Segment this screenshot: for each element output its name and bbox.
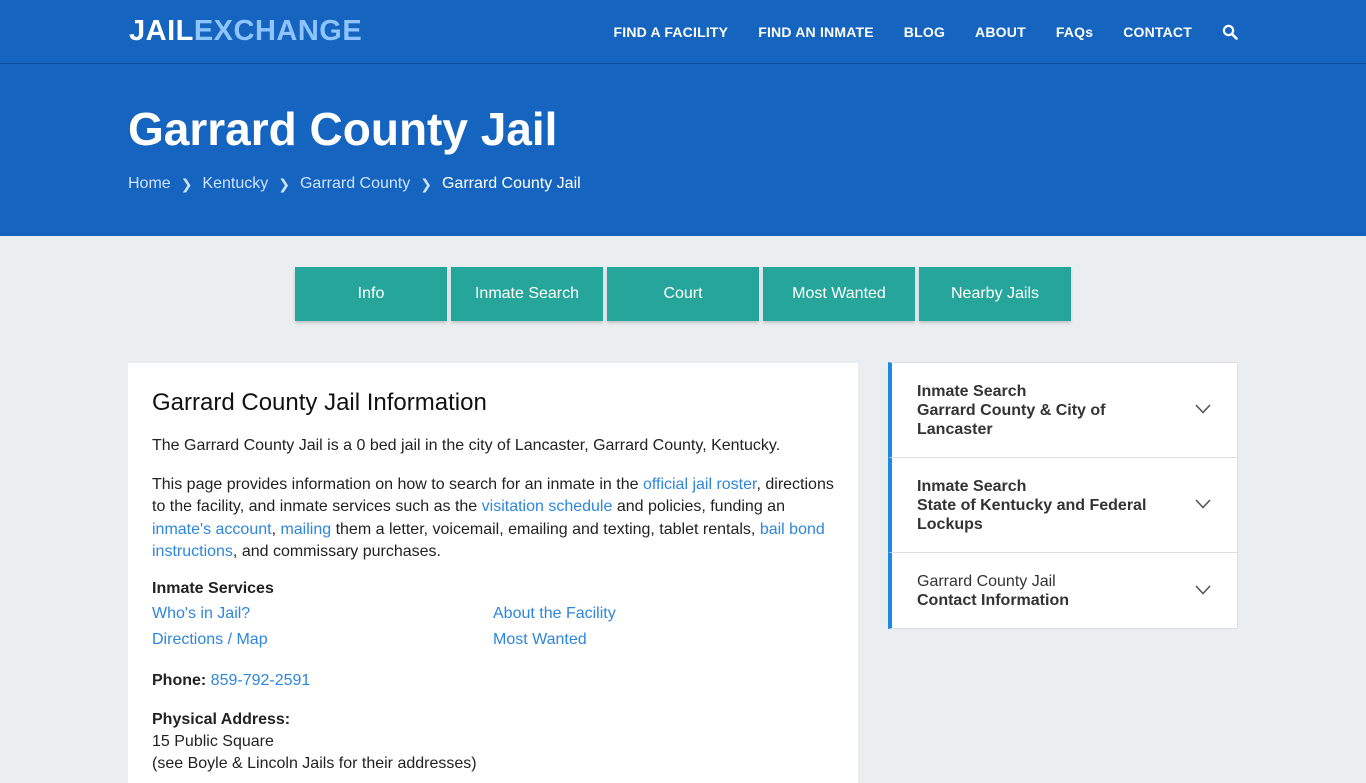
- official-roster-link[interactable]: official jail roster: [643, 476, 757, 493]
- breadcrumb-current: Garrard County Jail: [441, 175, 581, 192]
- chevron-down-icon[interactable]: [1195, 404, 1211, 414]
- text: and policies, funding an: [612, 498, 785, 515]
- info-card: Garrard County Jail Information The Garr…: [128, 363, 858, 783]
- nav-find-inmate[interactable]: FIND AN INMATE: [758, 24, 874, 40]
- accordion-title: Inmate Search: [917, 478, 1027, 495]
- text: them a letter, voicemail, emailing and t…: [331, 520, 760, 538]
- tab-inmate-search[interactable]: Inmate Search: [451, 267, 603, 321]
- tab-most-wanted[interactable]: Most Wanted: [763, 267, 915, 321]
- chevron-down-icon[interactable]: [1195, 499, 1211, 509]
- accordion-subtitle: Garrard County & City of Lancaster: [917, 402, 1106, 438]
- chevron-right-icon: ❯: [278, 175, 290, 192]
- page-title: Garrard County Jail: [128, 103, 558, 155]
- chevron-right-icon: ❯: [180, 175, 193, 192]
- accordion-subtitle: Contact Information: [917, 592, 1069, 609]
- visitation-link[interactable]: visitation schedule: [482, 498, 613, 515]
- text: This page provides information on how to…: [152, 475, 643, 493]
- address-line1: 15 Public Square: [152, 732, 274, 750]
- logo-text-exchange: EXCHANGE: [193, 15, 363, 47]
- description-paragraph: This page provides information on how to…: [152, 474, 834, 564]
- address-label: Physical Address:: [152, 710, 291, 728]
- accordion-inmate-search-state[interactable]: Inmate Search State of Kentucky and Fede…: [888, 457, 1238, 553]
- accordion-inmate-search-county[interactable]: Inmate Search Garrard County & City of L…: [888, 362, 1238, 458]
- service-whos-in-jail[interactable]: Who's in Jail?: [152, 604, 493, 624]
- service-directions[interactable]: Directions / Map: [152, 630, 493, 650]
- accordion-title: Inmate Search: [917, 383, 1027, 400]
- nav-about[interactable]: ABOUT: [975, 24, 1026, 40]
- phone-link[interactable]: 859-792-2591: [211, 672, 311, 689]
- section-heading: Garrard County Jail Information: [152, 389, 487, 416]
- breadcrumb-state[interactable]: Kentucky: [202, 175, 268, 193]
- site-logo[interactable]: JAILEXCHANGE: [129, 15, 362, 48]
- accordion-subtitle: State of Kentucky and Federal Lockups: [917, 497, 1147, 533]
- nav-find-facility[interactable]: FIND A FACILITY: [613, 24, 728, 40]
- top-navbar: JAILEXCHANGE FIND A FACILITY FIND AN INM…: [0, 0, 1366, 64]
- section-tabs: Info Inmate Search Court Most Wanted Nea…: [295, 267, 1075, 321]
- tab-info[interactable]: Info: [295, 267, 447, 321]
- breadcrumb-county[interactable]: Garrard County: [300, 175, 410, 193]
- search-icon[interactable]: [1222, 24, 1238, 40]
- page-hero: Garrard County Jail Home ❯ Kentucky ❯ Ga…: [0, 64, 1366, 236]
- breadcrumb-home[interactable]: Home: [128, 175, 171, 193]
- service-most-wanted[interactable]: Most Wanted: [493, 630, 793, 650]
- main-nav: FIND A FACILITY FIND AN INMATE BLOG ABOU…: [583, 0, 1238, 64]
- tab-court[interactable]: Court: [607, 267, 759, 321]
- nav-blog[interactable]: BLOG: [904, 24, 945, 40]
- nav-faqs[interactable]: FAQs: [1056, 24, 1093, 40]
- logo-text-jail: JAIL: [129, 15, 194, 47]
- phone-field: Phone: 859-792-2591: [152, 670, 834, 692]
- accordion-contact-info[interactable]: Garrard County Jail Contact Information: [888, 552, 1238, 629]
- chevron-right-icon: ❯: [420, 175, 432, 192]
- service-about-facility[interactable]: About the Facility: [493, 604, 793, 624]
- intro-paragraph: The Garrard County Jail is a 0 bed jail …: [152, 437, 781, 454]
- accordion-title: Garrard County Jail: [917, 573, 1056, 590]
- phone-label: Phone:: [152, 671, 207, 689]
- nav-contact[interactable]: CONTACT: [1123, 24, 1192, 40]
- breadcrumb: Home ❯ Kentucky ❯ Garrard County ❯ Garra…: [128, 175, 581, 193]
- services-list: Who's in Jail? About the Facility Direct…: [152, 604, 834, 650]
- address-field: Physical Address: 15 Public Square (see …: [152, 709, 834, 775]
- text: , and commissary purchases.: [232, 543, 441, 560]
- mailing-link[interactable]: mailing: [280, 521, 331, 538]
- inmate-account-link[interactable]: inmate's account: [152, 521, 272, 538]
- services-title: Inmate Services: [152, 579, 274, 597]
- address-line2: (see Boyle & Lincoln Jails for their add…: [152, 754, 477, 772]
- chevron-down-icon[interactable]: [1195, 584, 1211, 595]
- sidebar: Inmate Search Garrard County & City of L…: [888, 362, 1238, 629]
- tab-nearby-jails[interactable]: Nearby Jails: [919, 267, 1071, 321]
